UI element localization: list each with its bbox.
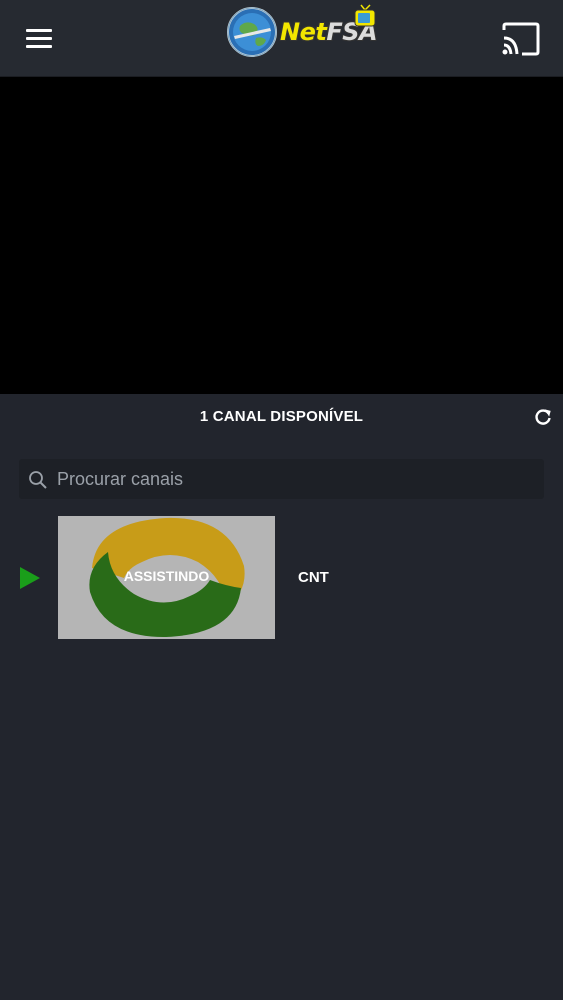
channel-name: CNT (298, 569, 329, 586)
globe-icon (227, 7, 277, 57)
play-icon (20, 567, 40, 589)
app-bar: NetFSA (0, 0, 563, 77)
channel-list-item[interactable]: ASSISTINDO CNT (0, 516, 563, 640)
channel-thumbnail: ASSISTINDO (58, 516, 275, 639)
channel-search (19, 459, 544, 499)
video-player[interactable] (0, 77, 563, 394)
search-input[interactable] (57, 459, 537, 499)
refresh-button[interactable] (533, 407, 553, 427)
search-icon (29, 471, 47, 489)
cast-button[interactable] (500, 22, 542, 56)
menu-icon-line (26, 29, 52, 32)
channel-list-header: 1 CANAL DISPONÍVEL (0, 394, 563, 440)
menu-icon-line (26, 45, 52, 48)
menu-icon-line (26, 37, 52, 40)
channel-count-label: 1 CANAL DISPONÍVEL (199, 408, 364, 425)
watching-label: ASSISTINDO (123, 568, 210, 584)
app-logo: NetFSA (226, 4, 378, 60)
cast-icon (502, 22, 540, 56)
refresh-icon (535, 409, 551, 425)
tv-icon (354, 4, 376, 27)
menu-button[interactable] (22, 24, 56, 54)
logo-text-net: Net (280, 18, 327, 46)
